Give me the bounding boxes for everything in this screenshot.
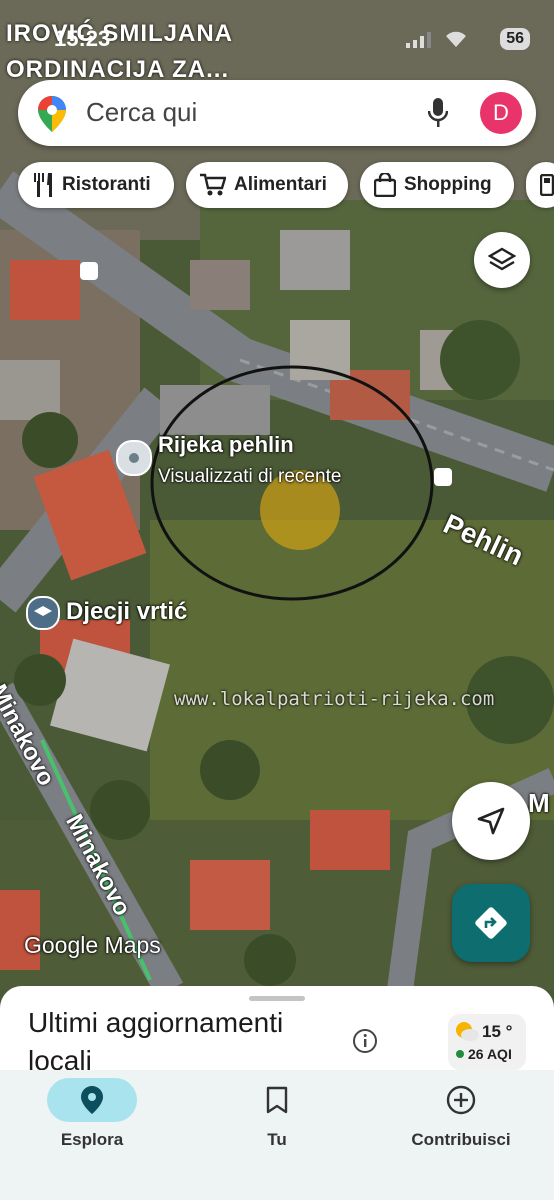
google-maps-logo: Google Maps [24,932,161,958]
status-time: 15:23 [54,26,111,51]
fuel-icon [540,174,554,196]
nav-label: Esplora [60,1130,124,1149]
weather-aqi: 26 AQI [468,1046,512,1062]
kindergarten-label[interactable]: Djecji vrtić [66,598,187,626]
place-subtitle-label: Visualizzati di recente [158,466,342,487]
place-pin-icon[interactable] [116,440,152,476]
directions-icon [475,907,507,939]
sheet-title: Ultimi aggiornamenti locali [28,1007,284,1076]
explore-pin-icon [81,1086,103,1114]
weather-temperature: 15 ° [482,1022,513,1041]
google-maps-pin-icon [38,96,66,132]
nav-label: Tu [267,1130,287,1149]
school-icon[interactable] [26,596,60,630]
nav-contribute[interactable]: Contribuisci [398,1078,524,1158]
place-name-label[interactable]: Rijeka pehlin [158,432,294,458]
navigation-arrow-icon [477,807,505,835]
chip-label: Ristoranti [62,174,151,195]
weather-widget[interactable]: 15 ° 26 AQI [448,1014,526,1070]
battery-indicator: 56 [500,28,530,50]
account-avatar[interactable]: D [480,92,522,134]
shopping-bag-icon [374,173,396,197]
street-label-m: M [528,788,550,818]
status-bar: 15:23 56 [0,14,554,54]
my-location-button[interactable] [452,782,530,860]
nav-label: Contribuisci [411,1130,511,1149]
search-input[interactable]: Cerca qui [86,97,197,128]
partly-cloudy-icon [456,1022,479,1041]
nav-icon-holder [232,1078,322,1122]
aqi-status-dot [456,1050,464,1058]
microphone-icon[interactable] [428,98,448,128]
signal-icon [406,32,431,48]
fork-knife-icon [32,173,54,197]
cart-icon [200,173,226,197]
bookmark-icon [266,1086,288,1114]
chip-alimentari[interactable]: Alimentari [186,162,348,208]
nav-icon-holder [416,1078,506,1122]
chip-shopping[interactable]: Shopping [360,162,514,208]
chip-more[interactable] [526,162,554,208]
chip-label: Alimentari [234,174,327,195]
nav-you[interactable]: Tu [232,1078,322,1158]
layers-button[interactable] [474,232,530,288]
search-bar[interactable]: Cerca qui D [18,80,536,146]
directions-button[interactable] [452,884,530,962]
nav-active-indicator [47,1078,137,1122]
sheet-drag-handle[interactable] [249,996,305,1001]
chip-ristoranti[interactable]: Ristoranti [18,162,174,208]
nav-explore[interactable]: Esplora [46,1078,138,1158]
chip-label: Shopping [404,174,492,195]
wifi-icon [446,31,466,47]
watermark-text: www.lokalpatrioti-rijeka.com [174,688,495,710]
plus-circle-icon [446,1085,476,1115]
bottom-navigation: Esplora Tu Contribuisci [0,1070,554,1200]
layers-icon [488,247,516,271]
info-icon[interactable] [352,1028,378,1054]
